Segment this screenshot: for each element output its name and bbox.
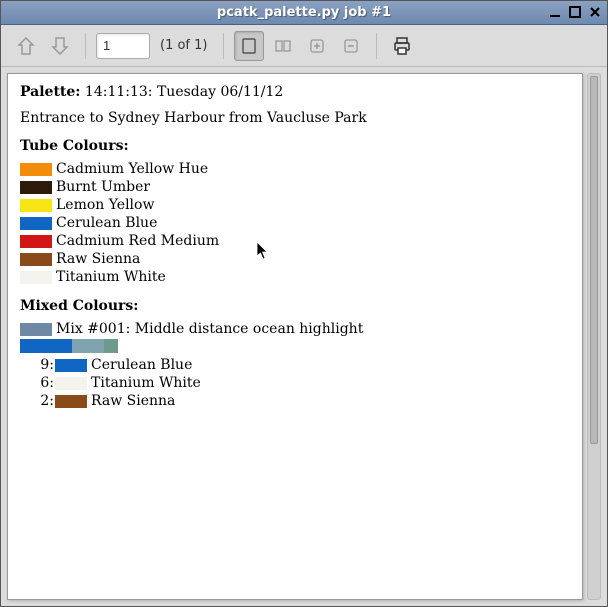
colour-name: Raw Sienna [91,393,175,409]
mix-gradient [20,339,570,353]
palette-timestamp: 14:11:13: Tuesday 06/11/12 [85,84,283,100]
tube-colour-row: Burnt Umber [20,178,570,196]
maximize-button[interactable] [567,4,583,20]
tube-colour-row: Raw Sienna [20,250,570,268]
gradient-segment [72,339,104,353]
tube-colour-row: Cerulean Blue [20,214,570,232]
tube-colour-row: Cadmium Yellow Hue [20,160,570,178]
mix-ratio: 2: [40,393,54,409]
colour-swatch [20,199,52,212]
mix-part-row: 9: Cerulean Blue [20,356,570,374]
vertical-scrollbar[interactable] [587,73,601,600]
mix-header-row: Mix #001: Middle distance ocean highligh… [20,320,570,338]
fit-width-button[interactable] [268,31,298,61]
colour-name: Cadmium Yellow Hue [56,161,208,177]
print-button[interactable] [387,31,417,61]
close-button[interactable] [587,4,603,20]
mix-label: Mix #001: Middle distance ocean highligh… [56,321,363,337]
gradient-segment [104,339,118,353]
palette-header: Palette: 14:11:13: Tuesday 06/11/12 [20,84,570,100]
palette-title: Entrance to Sydney Harbour from Vaucluse… [20,110,570,126]
colour-swatch [55,359,87,372]
app-window: pcatk_palette.py job #1 (1 of 1) [0,0,608,607]
colour-name: Cadmium Red Medium [56,233,219,249]
tube-colour-row: Lemon Yellow [20,196,570,214]
tube-colour-row: Cadmium Red Medium [20,232,570,250]
colour-swatch [20,181,52,194]
document-page: Palette: 14:11:13: Tuesday 06/11/12 Entr… [7,73,583,600]
toolbar-separator [223,33,224,59]
toolbar-separator [376,33,377,59]
gradient-segment [20,339,72,353]
colour-name: Raw Sienna [56,251,140,267]
titlebar: pcatk_palette.py job #1 [1,1,607,25]
tube-colours-list: Cadmium Yellow Hue Burnt Umber Lemon Yello… [20,160,570,286]
minimize-button[interactable] [547,4,563,20]
colour-name: Cerulean Blue [56,215,157,231]
mix-part-row: 6: Titanium White [20,374,570,392]
colour-name: Cerulean Blue [91,357,192,373]
fit-page-button[interactable] [234,31,264,61]
page-count-label: (1 of 1) [160,38,207,53]
mix-parts-list: 9: Cerulean Blue 6: Titanium White 2: Raw Sie… [20,356,570,410]
colour-swatch [20,163,52,176]
mix-swatch [20,323,52,336]
colour-name: Titanium White [56,269,166,285]
toolbar-separator [85,33,86,59]
colour-swatch [20,235,52,248]
colour-swatch [20,253,52,266]
mix-ratio: 9: [40,357,54,373]
mix-part-row: 2: Raw Sienna [20,392,570,410]
next-page-button[interactable] [45,31,75,61]
mixed-colours-heading: Mixed Colours: [20,298,570,314]
tube-colours-heading: Tube Colours: [20,138,570,154]
colour-swatch [55,377,87,390]
page-number-input[interactable] [96,33,150,59]
palette-label: Palette: [20,84,80,100]
colour-swatch [20,271,52,284]
window-controls [547,4,603,20]
mix-ratio: 6: [40,375,54,391]
colour-name: Burnt Umber [56,179,150,195]
prev-page-button[interactable] [11,31,41,61]
content-area: Palette: 14:11:13: Tuesday 06/11/12 Entr… [1,67,607,606]
colour-swatch [20,217,52,230]
colour-swatch [55,395,87,408]
colour-name: Lemon Yellow [56,197,154,213]
colour-name: Titanium White [91,375,201,391]
scroll-thumb[interactable] [590,76,598,444]
window-title: pcatk_palette.py job #1 [217,5,391,20]
toolbar: (1 of 1) [1,25,607,67]
zoom-out-button[interactable] [336,31,366,61]
zoom-in-button[interactable] [302,31,332,61]
tube-colour-row: Titanium White [20,268,570,286]
